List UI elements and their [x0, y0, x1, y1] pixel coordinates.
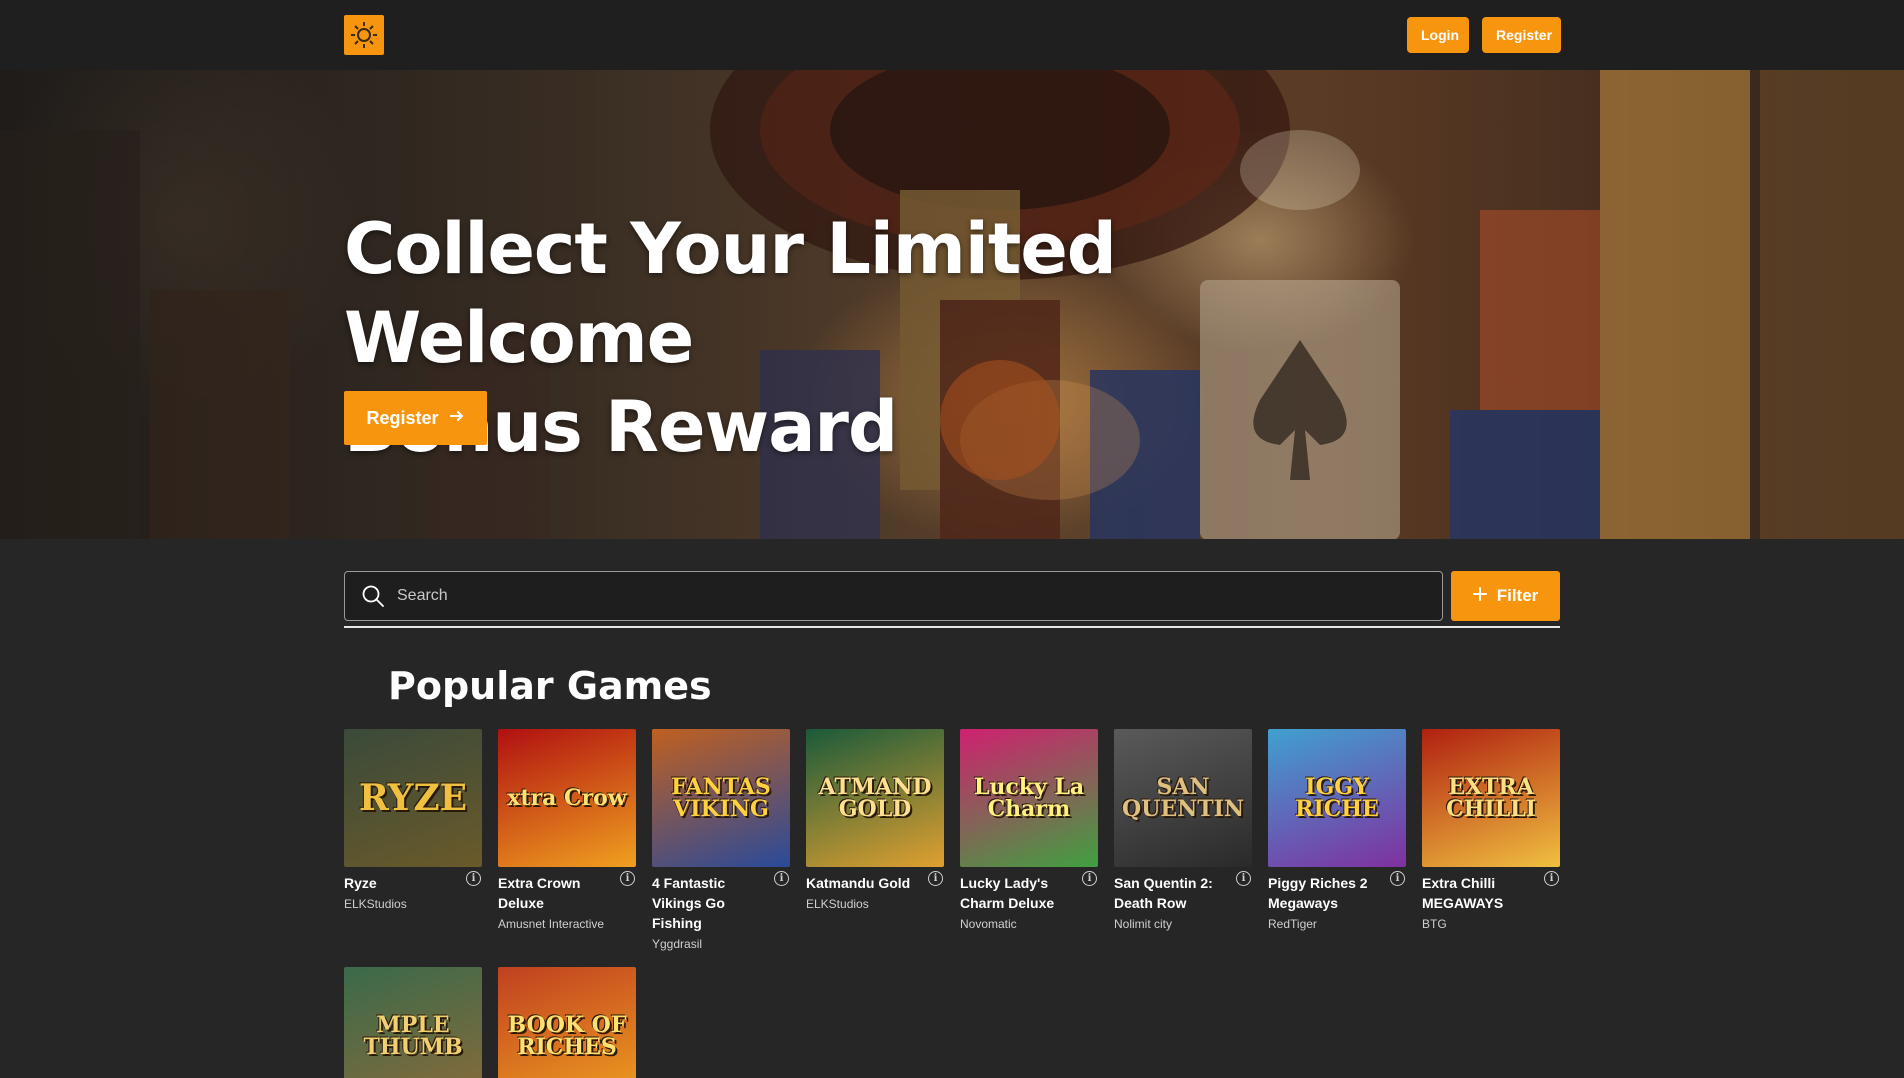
search-icon — [361, 583, 387, 609]
game-title[interactable]: Katmandu Gold — [806, 873, 918, 893]
game-thumbnail-logo: SAN QUENTIN — [1122, 774, 1244, 822]
info-icon[interactable]: i — [928, 871, 943, 886]
filter-label: Filter — [1496, 586, 1539, 605]
info-icon[interactable]: i — [466, 871, 481, 886]
game-provider: RedTiger — [1268, 917, 1317, 931]
search-divider — [344, 626, 1560, 628]
hero-banner: Collect Your Limited Welcome Bonus Rewar… — [0, 70, 1904, 539]
game-title[interactable]: Lucky Lady's Charm Deluxe — [960, 873, 1072, 913]
info-icon[interactable]: i — [1544, 871, 1559, 886]
game-card[interactable]: SAN QUENTIN i San Quentin 2: Death Row Noli… — [1114, 729, 1252, 932]
game-card[interactable]: BOOK OF RICHES — [498, 967, 636, 1078]
game-title[interactable]: San Quentin 2: Death Row — [1114, 873, 1226, 913]
game-provider: Amusnet Interactive — [498, 917, 605, 931]
game-thumbnail[interactable]: BOOK OF RICHES — [498, 967, 636, 1078]
game-thumbnail-logo: RYZE — [358, 777, 468, 819]
game-thumbnail[interactable]: SAN QUENTIN — [1114, 729, 1252, 867]
game-provider: Novomatic — [960, 917, 1017, 931]
game-provider: Nolimit city — [1114, 917, 1173, 931]
game-card[interactable]: FANTAS VIKING i 4 Fantastic Vikings Go Fis… — [652, 729, 790, 952]
info-icon[interactable]: i — [1390, 871, 1405, 886]
game-thumbnail[interactable]: MPLE THUMB — [344, 967, 482, 1078]
game-card[interactable]: MPLE THUMB — [344, 967, 482, 1078]
hero-title-line-1: Collect Your Limited Welcome — [344, 208, 1117, 379]
game-thumbnail-logo: Lucky La Charm — [973, 774, 1085, 822]
top-header: Login Register — [0, 0, 1904, 70]
game-thumbnail-logo: ATMAND GOLD — [818, 774, 932, 822]
section-title: Popular Games — [388, 664, 712, 708]
game-card[interactable]: xtra Crow i Extra Crown Deluxe Amusnet Inte… — [498, 729, 636, 932]
game-card[interactable]: IGGY RICHE i Piggy Riches 2 Megaways RedTig… — [1268, 729, 1406, 932]
game-thumbnail[interactable]: IGGY RICHE — [1268, 729, 1406, 867]
game-provider: ELKStudios — [344, 897, 407, 911]
game-title[interactable]: Piggy Riches 2 Megaways — [1268, 873, 1380, 913]
arrow-right-icon — [449, 408, 465, 429]
game-provider: ELKStudios — [806, 897, 869, 911]
game-card[interactable]: ATMAND GOLD i Katmandu Gold ELKStudios — [806, 729, 944, 912]
game-thumbnail-logo: FANTAS VIKING — [671, 774, 771, 822]
search-input[interactable] — [397, 587, 1397, 605]
game-thumbnail-logo: xtra Crow — [507, 785, 627, 811]
game-title[interactable]: 4 Fantastic Vikings Go Fishing — [652, 873, 764, 933]
hero-register-label: Register — [366, 407, 439, 428]
login-button[interactable]: Login — [1407, 17, 1469, 53]
game-thumbnail[interactable]: EXTRA CHILLI — [1422, 729, 1560, 867]
game-thumbnail[interactable]: FANTAS VIKING — [652, 729, 790, 867]
game-card[interactable]: EXTRA CHILLI i Extra Chilli MEGAWAYS BTG — [1422, 729, 1560, 932]
game-thumbnail[interactable]: Lucky La Charm — [960, 729, 1098, 867]
search-bar — [344, 571, 1443, 621]
game-provider: BTG — [1422, 917, 1447, 931]
game-thumbnail-logo: MPLE THUMB — [363, 1012, 463, 1060]
game-title[interactable]: Ryze — [344, 873, 456, 893]
game-thumbnail-logo: IGGY RICHE — [1295, 774, 1379, 822]
game-thumbnail[interactable]: RYZE — [344, 729, 482, 867]
filter-button[interactable]: Filter — [1451, 571, 1560, 621]
info-icon[interactable]: i — [620, 871, 635, 886]
game-thumbnail-logo: BOOK OF RICHES — [507, 1012, 627, 1060]
register-button[interactable]: Register — [1482, 17, 1561, 53]
hero-title: Collect Your Limited Welcome Bonus Rewar… — [344, 205, 1344, 472]
game-card[interactable]: RYZE i Ryze ELKStudios — [344, 729, 482, 912]
info-icon[interactable]: i — [1236, 871, 1251, 886]
plus-icon — [1472, 586, 1487, 606]
info-icon[interactable]: i — [1082, 871, 1097, 886]
game-card[interactable]: Lucky La Charm i Lucky Lady's Charm Deluxe… — [960, 729, 1098, 932]
game-title[interactable]: Extra Chilli MEGAWAYS — [1422, 873, 1534, 913]
info-icon[interactable]: i — [774, 871, 789, 886]
game-thumbnail[interactable]: xtra Crow — [498, 729, 636, 867]
hero-register-button[interactable]: Register — [344, 391, 487, 445]
game-title[interactable]: Extra Crown Deluxe — [498, 873, 610, 913]
logo-icon[interactable] — [344, 15, 384, 55]
game-provider: Yggdrasil — [652, 937, 703, 951]
game-thumbnail[interactable]: ATMAND GOLD — [806, 729, 944, 867]
game-thumbnail-logo: EXTRA CHILLI — [1446, 774, 1536, 822]
